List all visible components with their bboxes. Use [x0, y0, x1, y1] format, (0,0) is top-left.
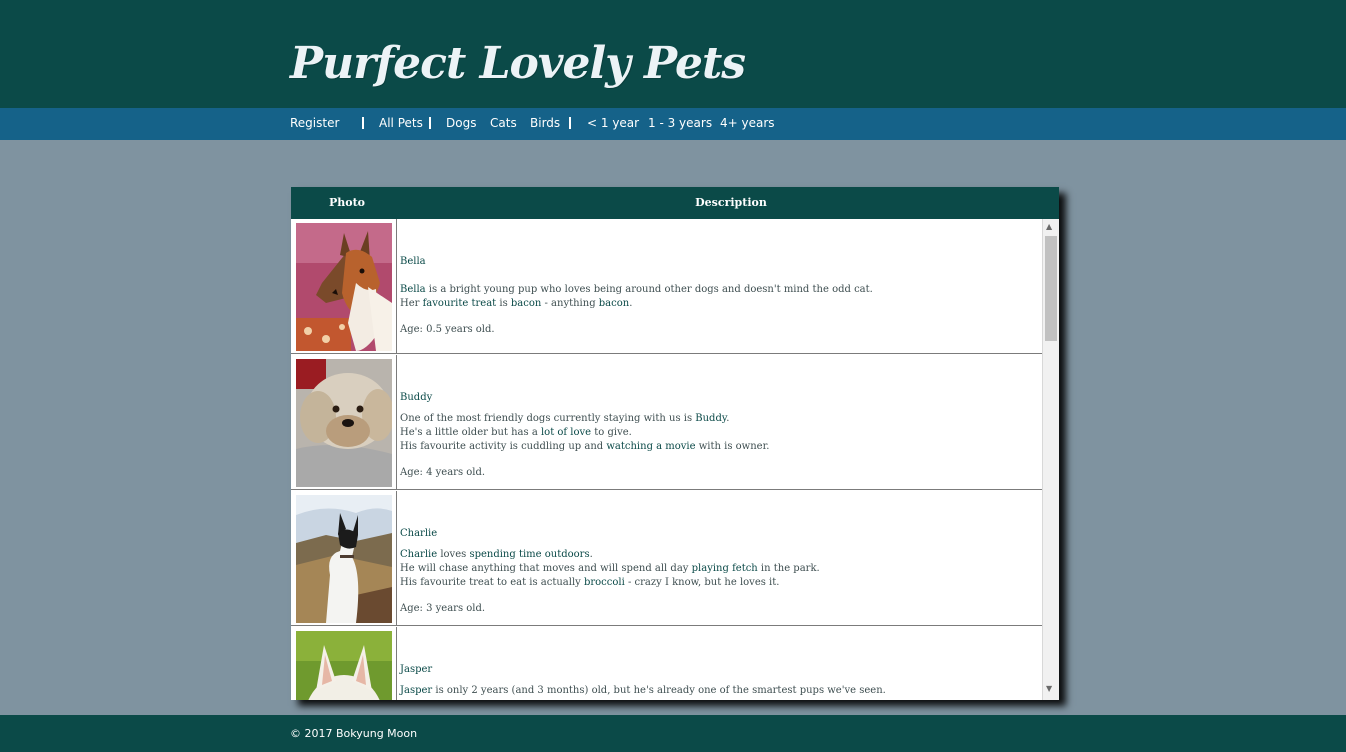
description-text: One of the most friendly dogs currently …: [400, 413, 696, 424]
table-scrollbar[interactable]: ▲ ▼: [1042, 219, 1059, 700]
description-cell: Jasper Jasper is only 2 years (and 3 mon…: [400, 627, 1040, 700]
description-line: He's a little older but has a lot of lov…: [400, 427, 632, 438]
footer-copyright: © 2017 Bokyung Moon: [290, 727, 418, 740]
description-text: in the park.: [757, 563, 820, 574]
description-text: .: [629, 298, 633, 309]
nav-dogs[interactable]: Dogs: [446, 116, 476, 130]
header-photo: Photo: [328, 196, 366, 209]
description-cell: Bella Bella is a bright young pup who lo…: [400, 219, 1040, 353]
description-text: His favourite activity is cuddling up an…: [400, 441, 607, 452]
description-cell: Buddy One of the most friendly dogs curr…: [400, 355, 1040, 489]
highlight-text: bacon: [510, 298, 542, 309]
highlight-text: lot of love: [540, 427, 592, 438]
description-text: is: [496, 298, 511, 309]
photo-cell: [291, 491, 397, 625]
pet-name: Buddy: [400, 392, 433, 403]
photo-cell: [291, 219, 397, 353]
highlight-text: spending time outdoors: [469, 549, 590, 560]
nav-bar: Register All Pets Dogs Cats Birds < 1 ye…: [0, 108, 1346, 140]
nav-separator: [429, 117, 431, 129]
description-text: - crazy I know, but he loves it.: [624, 577, 780, 588]
pet-age: Age: 0.5 years old.: [400, 324, 495, 335]
highlight-text: favourite treat: [422, 298, 497, 309]
description-text: .: [726, 413, 730, 424]
nav-separator: [569, 117, 571, 129]
description-cell: Charlie Charlie loves spending time outd…: [400, 491, 1040, 625]
nav-birds[interactable]: Birds: [530, 116, 560, 130]
scroll-up-icon[interactable]: ▲: [1046, 223, 1052, 231]
nav-all-pets[interactable]: All Pets: [379, 116, 423, 130]
site-footer: © 2017 Bokyung Moon: [0, 715, 1346, 752]
nav-separator: [362, 117, 364, 129]
highlight-text: broccoli: [583, 577, 625, 588]
description-text: His favourite treat to eat is actually: [400, 577, 584, 588]
highlight-text: Buddy: [695, 413, 727, 424]
pet-photo-charlie: [296, 495, 392, 623]
description-line: Jasper is only 2 years (and 3 months) ol…: [400, 685, 886, 696]
nav-4-plus-years[interactable]: 4+ years: [720, 116, 775, 130]
description-text: .: [589, 549, 593, 560]
description-line: He will chase anything that moves and wi…: [400, 563, 820, 574]
photo-cell: [291, 355, 397, 489]
description-text: is a bright young pup who loves being ar…: [425, 284, 873, 295]
pet-age: Age: 3 years old.: [400, 603, 486, 614]
header-description: Description: [695, 196, 767, 209]
nav-under-1-year[interactable]: < 1 year: [587, 116, 639, 130]
pet-name: Jasper: [400, 664, 433, 675]
description-text: loves: [437, 549, 470, 560]
photo-cell: [291, 627, 397, 700]
description-text: with is owner.: [695, 441, 770, 452]
table-header: Photo Description: [291, 187, 1059, 219]
pet-photo-buddy: [296, 359, 392, 487]
highlight-text: playing fetch: [691, 563, 758, 574]
description-line: Charlie loves spending time outdoors.: [400, 549, 593, 560]
table-body[interactable]: Bella Bella is a bright young pup who lo…: [291, 219, 1059, 700]
description-text: - anything: [541, 298, 599, 309]
nav-1-3-years[interactable]: 1 - 3 years: [648, 116, 712, 130]
site-title: Purfect Lovely Pets: [290, 38, 746, 89]
scroll-down-icon[interactable]: ▼: [1046, 685, 1052, 693]
pet-name: Charlie: [400, 528, 438, 539]
nav-cats[interactable]: Cats: [490, 116, 517, 130]
highlight-text: bacon: [598, 298, 630, 309]
highlight-text: watching a movie: [606, 441, 696, 452]
table-row: Charlie Charlie loves spending time outd…: [291, 491, 1042, 626]
description-line: Bella is a bright young pup who loves be…: [400, 284, 873, 295]
table-row: Buddy One of the most friendly dogs curr…: [291, 355, 1042, 490]
highlight-text: Charlie: [400, 549, 438, 560]
description-text: He will chase anything that moves and wi…: [400, 563, 692, 574]
highlight-text: Bella: [400, 284, 426, 295]
table-row: Jasper Jasper is only 2 years (and 3 mon…: [291, 627, 1042, 700]
description-text: He's a little older but has a: [400, 427, 541, 438]
table-row: Bella Bella is a bright young pup who lo…: [291, 219, 1042, 354]
description-line: Her favourite treat is bacon - anything …: [400, 298, 632, 309]
description-line: His favourite treat to eat is actually b…: [400, 577, 779, 588]
pet-photo-jasper: [296, 631, 392, 700]
description-text: to give.: [591, 427, 632, 438]
description-text: is only 2 years (and 3 months) old, but …: [432, 685, 886, 696]
pet-photo-bella: [296, 223, 392, 351]
nav-register[interactable]: Register: [290, 116, 339, 130]
pets-table: Photo Description Bella Bella is a brigh…: [291, 187, 1059, 700]
pet-name: Bella: [400, 256, 426, 267]
description-line: One of the most friendly dogs currently …: [400, 413, 729, 424]
description-line: His favourite activity is cuddling up an…: [400, 441, 769, 452]
pet-age: Age: 4 years old.: [400, 467, 486, 478]
highlight-text: Jasper: [400, 685, 433, 696]
site-header: Purfect Lovely Pets: [0, 0, 1346, 108]
description-text: Her: [400, 298, 423, 309]
scroll-thumb[interactable]: [1045, 236, 1057, 341]
